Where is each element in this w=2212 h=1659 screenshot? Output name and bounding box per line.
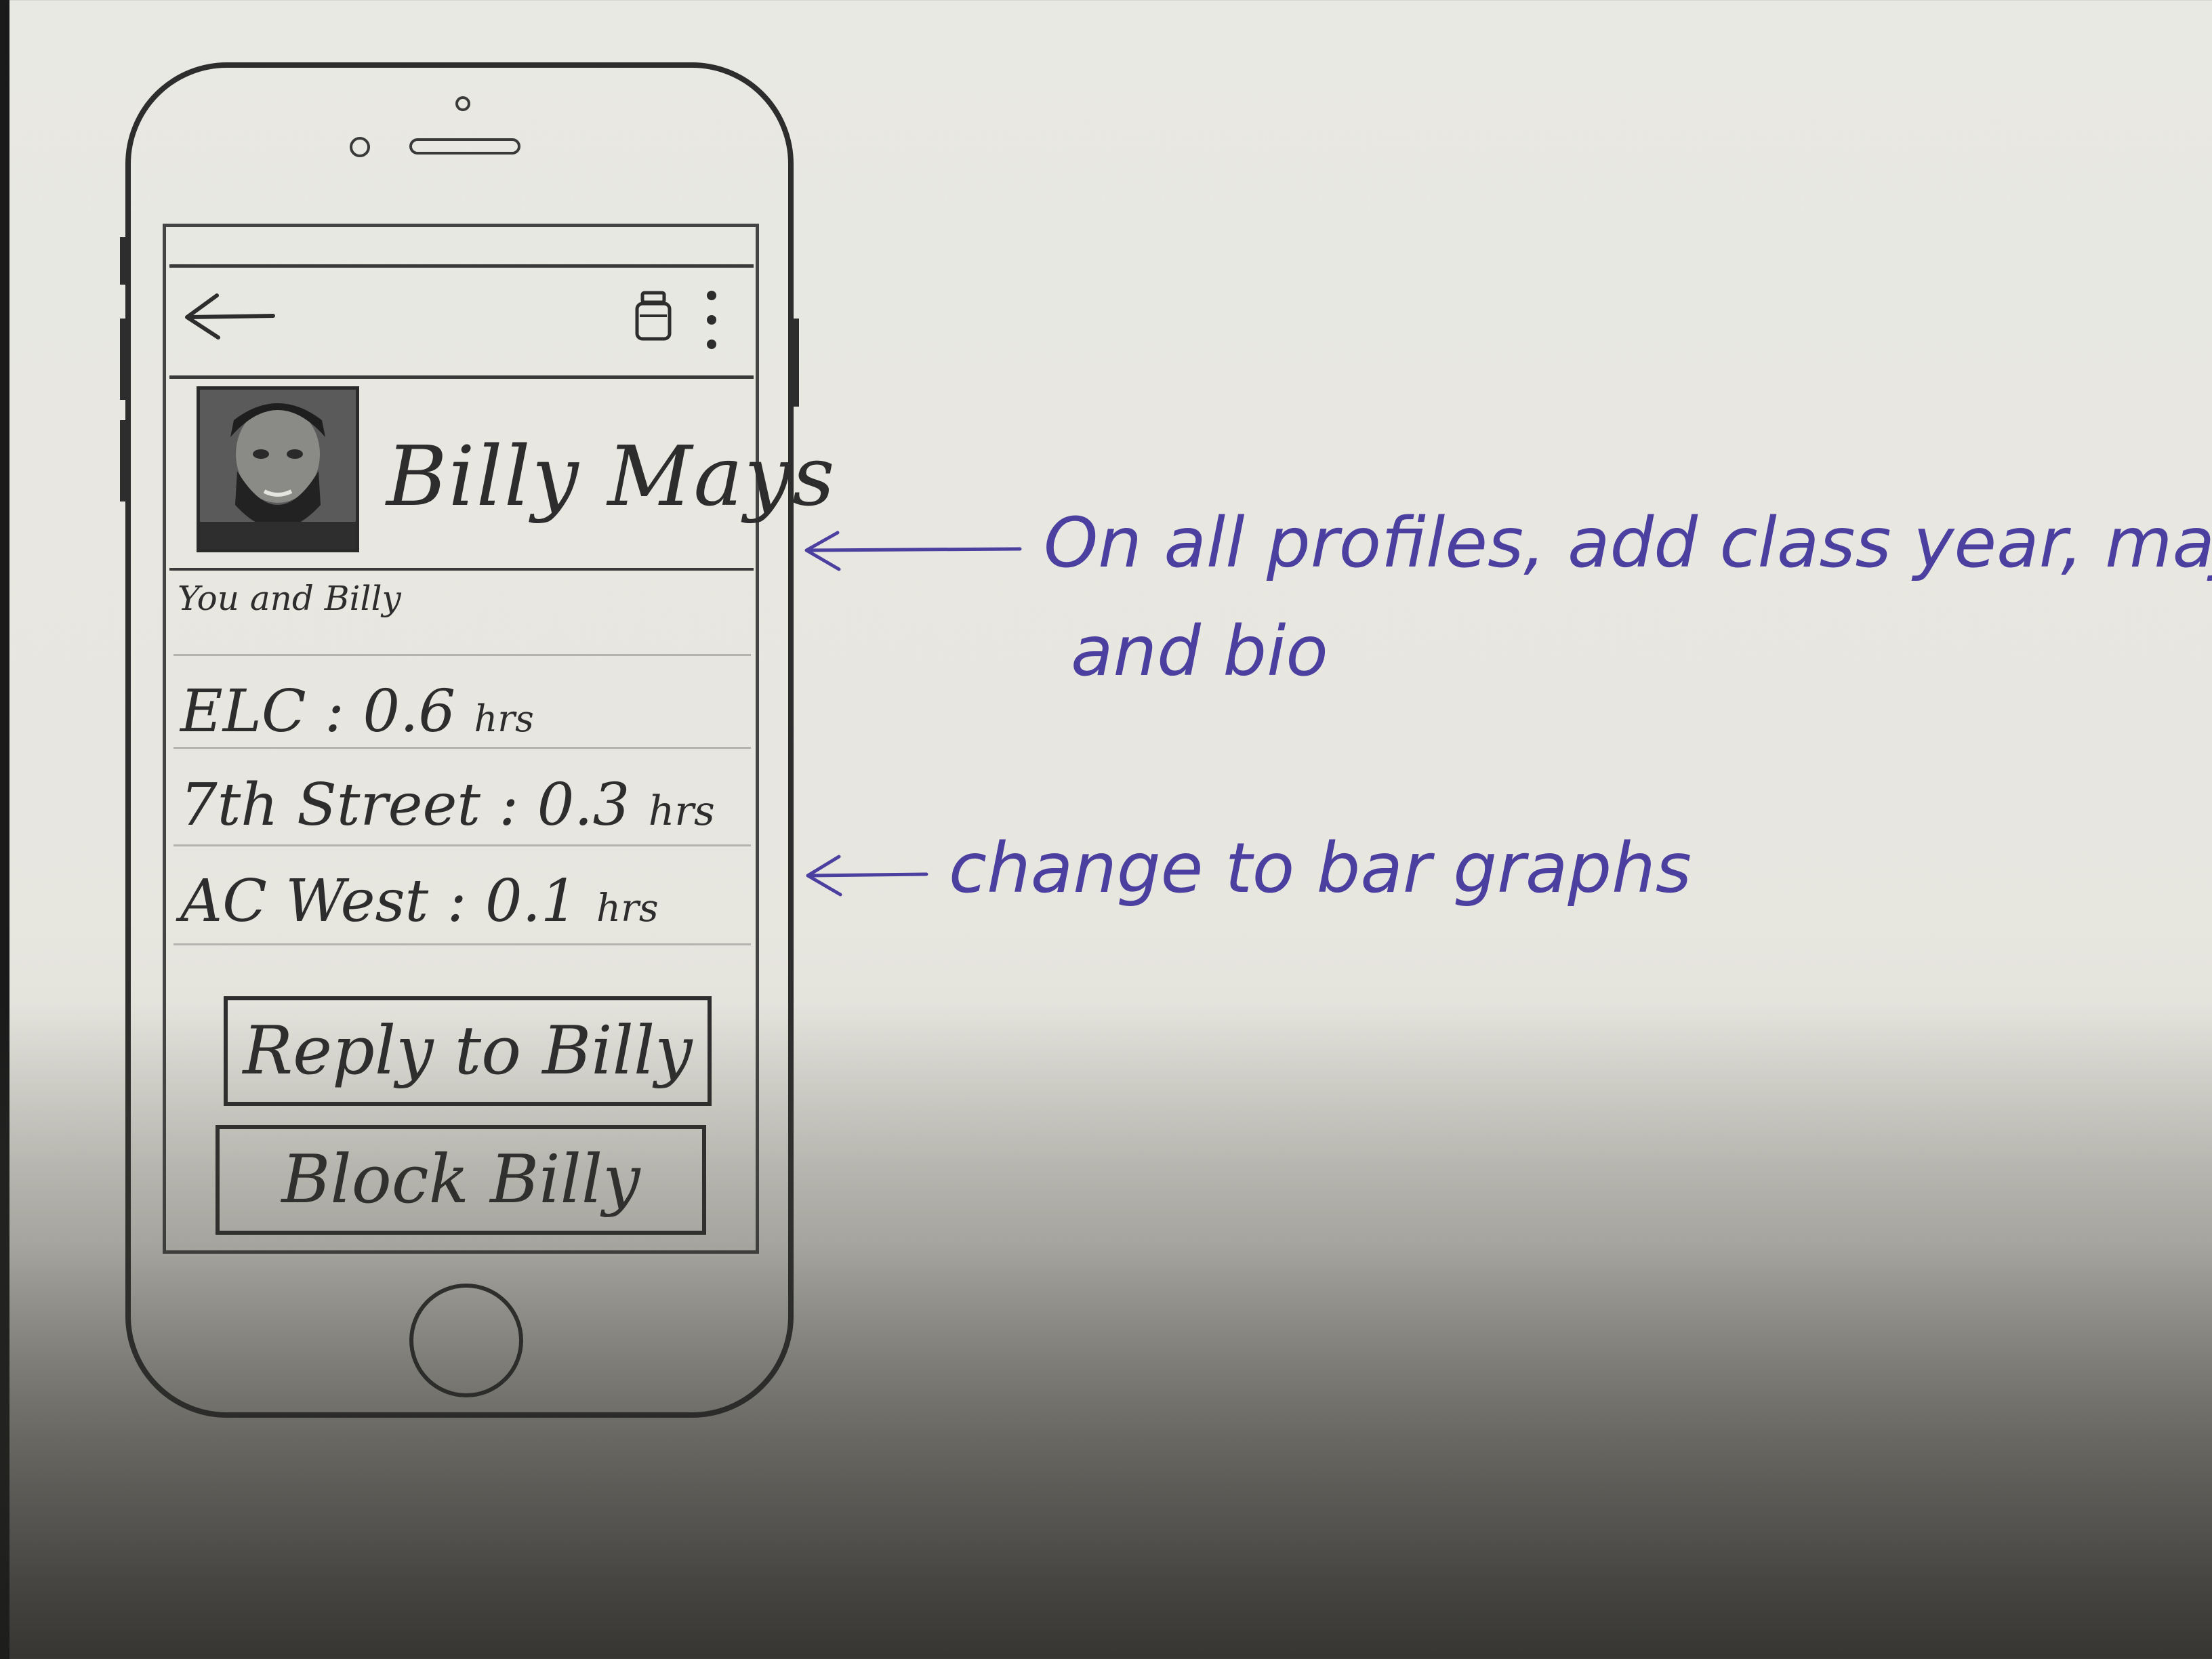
- reply-button[interactable]: Reply to Billy: [224, 996, 712, 1106]
- status-bar-divider: [169, 264, 754, 268]
- stat-separator: :: [499, 771, 537, 839]
- annotation-arrow-2: [806, 855, 928, 897]
- profile-name: Billy Mays: [386, 428, 836, 525]
- app-bar-divider: [169, 375, 754, 379]
- stat-location: ELC: [180, 678, 306, 745]
- more-vertical-icon[interactable]: [702, 287, 721, 352]
- stat-unit: hrs: [648, 787, 715, 835]
- section-label: You and Billy: [178, 579, 401, 618]
- phone-volume-down: [120, 420, 125, 501]
- camera-icon: [455, 96, 470, 111]
- block-button-label: Block Billy: [281, 1141, 640, 1218]
- jar-icon[interactable]: [634, 290, 672, 342]
- row-divider: [173, 844, 751, 846]
- back-arrow-icon[interactable]: [182, 293, 276, 340]
- stat-location: AC West: [180, 867, 429, 935]
- stat-separator: :: [447, 867, 485, 935]
- profile-photo: [200, 390, 356, 549]
- annotation-note-2: change to bar graphs: [949, 828, 1692, 909]
- row-divider: [173, 654, 751, 656]
- paper-edge: [0, 0, 9, 1659]
- reply-button-label: Reply to Billy: [243, 1012, 693, 1090]
- speaker-grille: [409, 138, 520, 155]
- annotation-note-1-line-2: and bio: [1071, 611, 1328, 692]
- row-divider: [173, 747, 751, 749]
- phone-side-button: [120, 237, 125, 285]
- stat-value: 0.1: [485, 867, 578, 935]
- stat-row-ac-west: AC West : 0.1 hrs: [180, 867, 659, 935]
- block-button[interactable]: Block Billy: [216, 1125, 706, 1235]
- stat-unit: hrs: [474, 697, 534, 740]
- annotation-note-1-line-1: On all profiles, add class year, major,: [1044, 503, 2212, 583]
- stat-unit: hrs: [596, 886, 659, 930]
- home-button[interactable]: [409, 1284, 523, 1397]
- stat-row-elc: ELC : 0.6 hrs: [180, 678, 534, 745]
- stat-separator: :: [325, 678, 363, 745]
- profile-divider: [169, 568, 754, 571]
- stat-value: 0.3: [537, 771, 630, 839]
- row-divider: [173, 943, 751, 945]
- annotation-arrow-1: [804, 531, 1022, 571]
- stat-row-7th-street: 7th Street : 0.3 hrs: [180, 771, 715, 839]
- phone-volume-up: [120, 319, 125, 400]
- stat-value: 0.6: [363, 678, 456, 745]
- phone-power-button: [794, 319, 799, 407]
- avatar: [197, 386, 359, 552]
- stat-location: 7th Street: [180, 771, 480, 839]
- sensor-icon: [350, 137, 370, 157]
